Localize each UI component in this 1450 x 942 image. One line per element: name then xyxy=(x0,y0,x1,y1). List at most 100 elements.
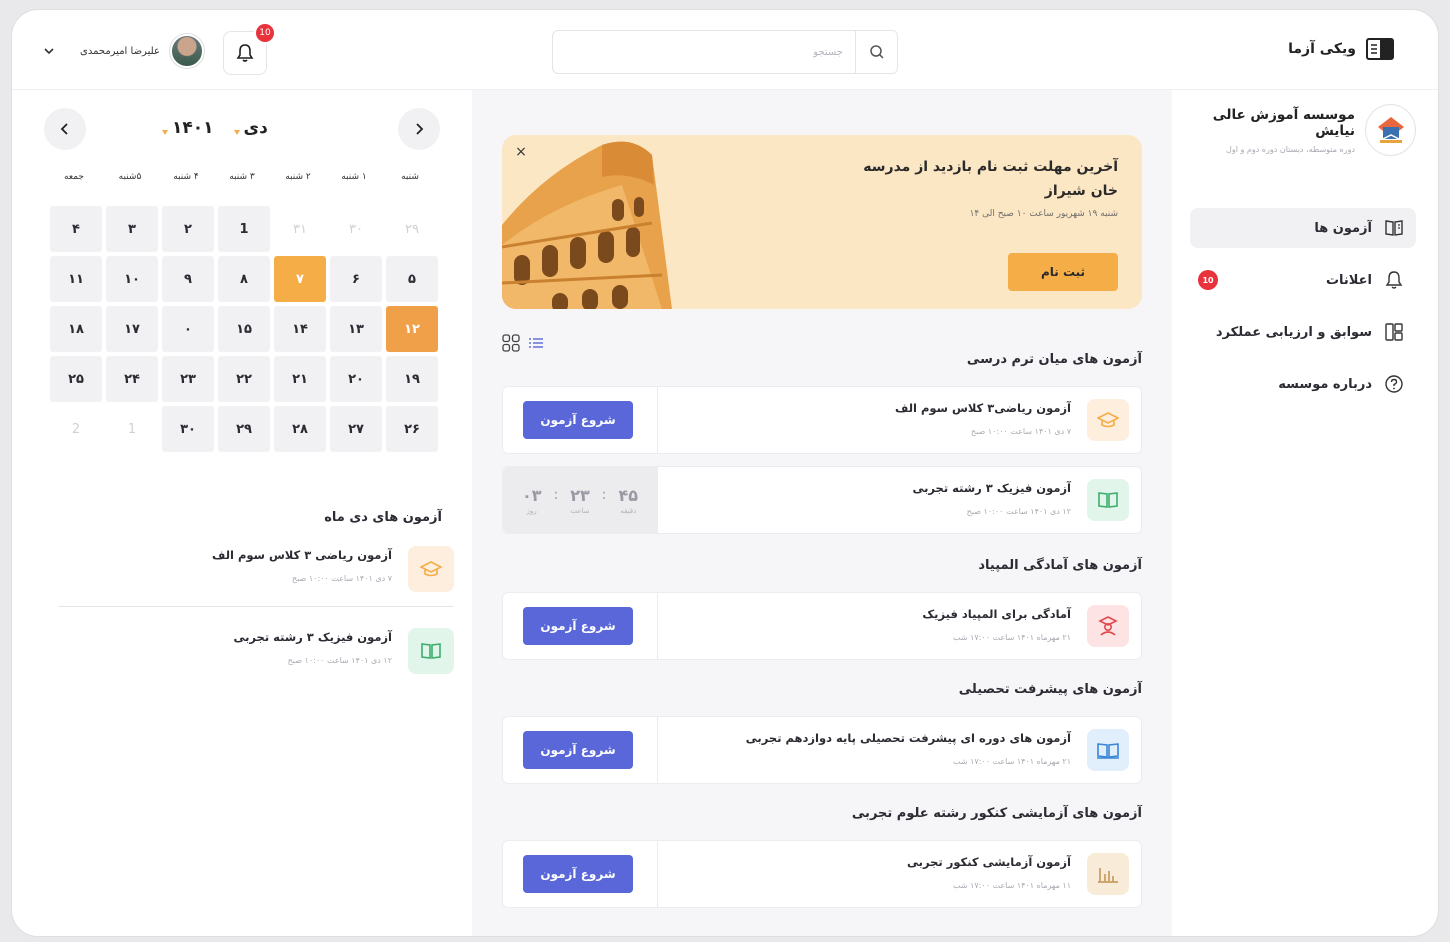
month-label: دی xyxy=(243,118,268,138)
notification-count-badge: 10 xyxy=(254,22,276,44)
list-item[interactable]: آزمون ریاضی ۳ کلاس سوم الف ۷ دی ۱۴۰۱ ساع… xyxy=(58,542,454,598)
exam-datetime: ۷ دی ۱۴۰۱ ساعت ۱۰:۰۰ صبح xyxy=(291,574,392,583)
divider xyxy=(657,467,658,533)
promo-banner: × آخرین مهلت ثبت نام بازدید از مدرسه خان… xyxy=(502,135,1142,309)
exam-title: آزمون فیزیک ۳ رشته تجربی xyxy=(912,481,1071,495)
year-dropdown[interactable]: ۱۴۰۱ xyxy=(162,118,214,138)
exam-title: آزمون آزمایشی کنکور تجربی xyxy=(907,855,1071,869)
calendar-day[interactable]: ۱۹ xyxy=(386,356,438,402)
calendar-day[interactable]: ۲۸ xyxy=(274,406,326,452)
close-icon[interactable]: × xyxy=(512,143,530,161)
section-title: آزمون های پیشرفت تحصیلی xyxy=(958,682,1142,697)
calendar-day[interactable]: ۱۳ xyxy=(330,306,382,352)
calendar-day[interactable]: ۴ xyxy=(50,206,102,252)
calendar-day[interactable]: ۱۱ xyxy=(50,256,102,302)
search-button[interactable] xyxy=(855,31,897,73)
divider xyxy=(657,593,658,659)
calendar-day[interactable]: ۷ xyxy=(274,256,326,302)
graduation-cap-icon xyxy=(1087,399,1129,441)
calendar-day[interactable]: ۱۴ xyxy=(274,306,326,352)
divider xyxy=(657,387,658,453)
banner-subtitle: شنبه ۱۹ شهریور ساعت ۱۰ صبح الی ۱۴ xyxy=(969,209,1118,219)
section-title: آزمون های آزمایشی کنکور رشته علوم تجربی xyxy=(851,806,1142,821)
exam-datetime: ۷ دی ۱۴۰۱ ساعت ۱۰:۰۰ صبح xyxy=(970,427,1071,436)
calendar-day[interactable]: ۲۰ xyxy=(330,356,382,402)
calendar-day-outside: ۲۹ xyxy=(405,221,419,237)
calendar-day[interactable]: ۶ xyxy=(330,256,382,302)
calendar-day[interactable]: ۱۵ xyxy=(218,306,270,352)
calendar-day[interactable]: ۸ xyxy=(218,256,270,302)
caret-down-icon xyxy=(162,129,168,135)
exam-card: آزمون آزمایشی کنکور تجربی ۱۱ مهرماه ۱۴۰۱… xyxy=(502,840,1142,908)
timer-hours: ۲۳ ساعت xyxy=(570,485,590,515)
calendar-day[interactable]: ۲۷ xyxy=(330,406,382,452)
calendar-day[interactable]: ۲ xyxy=(162,206,214,252)
section-title: آزمون های آمادگی المپیاد xyxy=(978,558,1142,573)
list-item[interactable]: آزمون فیزیک ۳ رشته تجربی ۱۲ دی ۱۴۰۱ ساعت… xyxy=(58,624,454,680)
calendar-day[interactable]: ۵ xyxy=(386,256,438,302)
section-title: آزمون های میان ترم درسی xyxy=(966,352,1142,367)
calendar-day[interactable]: ۲۳ xyxy=(162,356,214,402)
weekday-label: ۱ شنبه xyxy=(341,172,367,182)
calendar-day[interactable]: ۲۱ xyxy=(274,356,326,402)
month-dropdown[interactable]: دی xyxy=(233,118,268,138)
search-input[interactable] xyxy=(553,31,855,73)
sidebar-item-exams[interactable]: آزمون ها xyxy=(1190,208,1416,248)
calendar-day[interactable]: ۲۵ xyxy=(50,356,102,402)
list-view-icon[interactable] xyxy=(528,334,544,352)
book-icon xyxy=(408,628,454,674)
user-menu[interactable]: علیرضا امیرمحمدی xyxy=(42,34,204,68)
weekday-label: جمعه xyxy=(64,172,84,182)
bell-icon xyxy=(1385,271,1403,289)
bar-chart-icon xyxy=(1087,853,1129,895)
book-icon xyxy=(1087,479,1129,521)
timer-separator: : xyxy=(601,487,607,503)
notifications-button[interactable]: 10 xyxy=(223,22,276,75)
avatar[interactable] xyxy=(169,34,204,68)
calendar-day[interactable]: ۱۸ xyxy=(50,306,102,352)
calendar-day[interactable]: ۱۰ xyxy=(106,256,158,302)
calendar-day[interactable]: ۱۲ xyxy=(386,306,438,352)
brand[interactable]: ویکی آزما xyxy=(1288,38,1394,60)
exam-title: آمادگی برای المپیاد فیزیک xyxy=(922,607,1071,621)
start-exam-button[interactable]: شروع آزمون xyxy=(523,731,633,769)
calendar-day[interactable]: ۳۰ xyxy=(162,406,214,452)
exam-card: آمادگی برای المپیاد فیزیک ۲۱ مهرماه ۱۴۰۱… xyxy=(502,592,1142,660)
start-exam-button[interactable]: شروع آزمون xyxy=(523,855,633,893)
calendar-day[interactable]: ۹ xyxy=(162,256,214,302)
calendar-day[interactable]: ۰ xyxy=(162,306,214,352)
calendar-day[interactable]: ۱۷ xyxy=(106,306,158,352)
calendar-day-outside: 2 xyxy=(71,421,81,437)
sidebar-item-notifications[interactable]: اعلانات 10 xyxy=(1190,260,1416,300)
month-year-selector: دی ۱۴۰۱ xyxy=(162,118,268,138)
org-name: موسسه آموزش عالی نیایش xyxy=(1212,106,1356,139)
calendar-day[interactable]: ۲۶ xyxy=(386,406,438,452)
divider xyxy=(657,717,658,783)
banner-title: آخرین مهلت ثبت نام بازدید از مدرسه خان ش… xyxy=(863,159,1118,199)
start-exam-button[interactable]: شروع آزمون xyxy=(523,607,633,645)
previous-month-button[interactable] xyxy=(44,108,86,150)
register-button[interactable]: ثبت نام xyxy=(1008,253,1118,291)
org-header: موسسه آموزش عالی نیایش دوره متوسطه، دبست… xyxy=(1172,104,1416,156)
calendar-day[interactable]: 1 xyxy=(218,206,270,252)
next-month-button[interactable] xyxy=(398,108,440,150)
exam-title: آزمون های دوره ای پیشرفت تحصیلی پایه دوا… xyxy=(745,731,1071,745)
exam-title: آزمون فیزیک ۳ رشته تجربی xyxy=(233,630,392,644)
sidebar-item-records[interactable]: سوابق و ارزیابی عملکرد xyxy=(1190,312,1416,352)
divider xyxy=(58,606,454,607)
exam-datetime: ۱۲ دی ۱۴۰۱ ساعت ۱۰:۰۰ صبح xyxy=(287,656,392,665)
grid-view-icon[interactable] xyxy=(502,334,520,352)
sidebar-nav: آزمون ها اعلانات 10 سوابق و ارزیابی عملک… xyxy=(1190,208,1416,416)
start-exam-button[interactable]: شروع آزمون xyxy=(523,401,633,439)
exam-title: آزمون ریاضی ۳ کلاس سوم الف xyxy=(212,548,392,562)
calendar-day[interactable]: ۲۲ xyxy=(218,356,270,402)
calendar-day[interactable]: ۲۹ xyxy=(218,406,270,452)
weekday-header: شنبه ۱ شنبه ۲ شنبه ۳ شنبه ۴ شنبه ۵شنبه جمعه xyxy=(46,172,438,182)
sidebar-item-label: درباره موسسه xyxy=(1278,376,1372,392)
chevron-down-icon[interactable] xyxy=(42,44,56,58)
org-logo-icon xyxy=(1365,104,1416,156)
sidebar-item-about[interactable]: درباره موسسه xyxy=(1190,364,1416,404)
colosseum-illustration xyxy=(502,141,672,309)
calendar-day[interactable]: ۳ xyxy=(106,206,158,252)
calendar-day[interactable]: ۲۴ xyxy=(106,356,158,402)
